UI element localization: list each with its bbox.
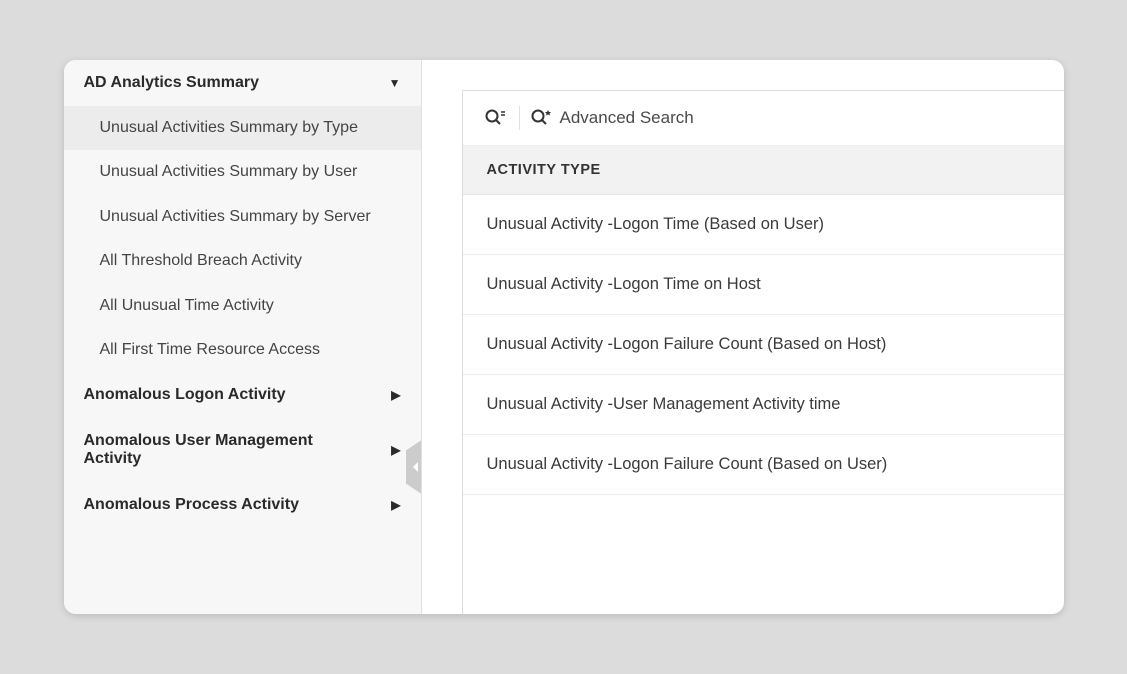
content-panel: Advanced Search ACTIVITY TYPE Unusual Ac… — [462, 90, 1064, 614]
sidebar-section-anomalous-process[interactable]: Anomalous Process Activity ▶ — [64, 482, 421, 528]
advanced-search-label: Advanced Search — [560, 108, 694, 128]
activity-type-cell: Unusual Activity -Logon Failure Count (B… — [487, 455, 888, 473]
table-row[interactable]: Unusual Activity -Logon Time (Based on U… — [463, 195, 1064, 255]
sidebar-section-label: Anomalous User Management Activity — [84, 432, 364, 468]
sidebar-item-summary-by-server[interactable]: Unusual Activities Summary by Server — [64, 195, 421, 239]
sidebar: AD Analytics Summary ▼ Unusual Activitie… — [64, 60, 422, 614]
sidebar-item-label: Unusual Activities Summary by User — [100, 163, 358, 180]
sidebar-item-first-time-access[interactable]: All First Time Resource Access — [64, 328, 421, 372]
activity-type-cell: Unusual Activity -Logon Time on Host — [487, 275, 761, 293]
activity-type-cell: Unusual Activity -Logon Time (Based on U… — [487, 215, 825, 233]
sidebar-item-label: Unusual Activities Summary by Server — [100, 208, 371, 225]
table-row[interactable]: Unusual Activity -User Management Activi… — [463, 375, 1064, 435]
column-header-label: ACTIVITY TYPE — [487, 162, 601, 178]
search-toggle-button[interactable] — [481, 105, 509, 131]
chevron-right-icon: ▶ — [391, 498, 400, 512]
sidebar-item-label: Unusual Activities Summary by Type — [100, 119, 358, 136]
sidebar-item-summary-by-type[interactable]: Unusual Activities Summary by Type — [64, 106, 421, 150]
divider — [519, 106, 520, 130]
sidebar-section-anomalous-user-mgmt[interactable]: Anomalous User Management Activity ▶ — [64, 418, 421, 482]
sidebar-item-label: All Unusual Time Activity — [100, 297, 274, 314]
search-bar: Advanced Search — [463, 91, 1064, 146]
chevron-down-icon: ▼ — [389, 76, 401, 90]
activity-type-cell: Unusual Activity -User Management Activi… — [487, 395, 841, 413]
search-filter-icon — [484, 108, 506, 128]
table-row[interactable]: Unusual Activity -Logon Failure Count (B… — [463, 315, 1064, 375]
sidebar-section-label: Anomalous Logon Activity — [84, 386, 286, 404]
sidebar-section-anomalous-logon[interactable]: Anomalous Logon Activity ▶ — [64, 372, 421, 418]
app-container: AD Analytics Summary ▼ Unusual Activitie… — [64, 60, 1064, 614]
activity-type-cell: Unusual Activity -Logon Failure Count (B… — [487, 335, 887, 353]
advanced-search-button[interactable]: Advanced Search — [530, 108, 694, 128]
sidebar-item-label: All First Time Resource Access — [100, 341, 321, 358]
sidebar-item-summary-by-user[interactable]: Unusual Activities Summary by User — [64, 150, 421, 194]
search-star-icon — [530, 108, 552, 128]
sidebar-item-label: All Threshold Breach Activity — [100, 252, 302, 269]
main-content: Advanced Search ACTIVITY TYPE Unusual Ac… — [422, 60, 1064, 614]
sidebar-section-label: Anomalous Process Activity — [84, 496, 299, 514]
table-row[interactable]: Unusual Activity -Logon Time on Host — [463, 255, 1064, 315]
sidebar-section-label: AD Analytics Summary — [84, 74, 259, 92]
chevron-right-icon: ▶ — [391, 388, 400, 402]
sidebar-item-threshold-breach[interactable]: All Threshold Breach Activity — [64, 239, 421, 283]
table-row[interactable]: Unusual Activity -Logon Failure Count (B… — [463, 435, 1064, 495]
table-header-activity-type[interactable]: ACTIVITY TYPE — [463, 146, 1064, 195]
chevron-right-icon: ▶ — [391, 443, 400, 457]
sidebar-section-ad-analytics[interactable]: AD Analytics Summary ▼ — [64, 60, 421, 106]
sidebar-item-unusual-time[interactable]: All Unusual Time Activity — [64, 284, 421, 328]
